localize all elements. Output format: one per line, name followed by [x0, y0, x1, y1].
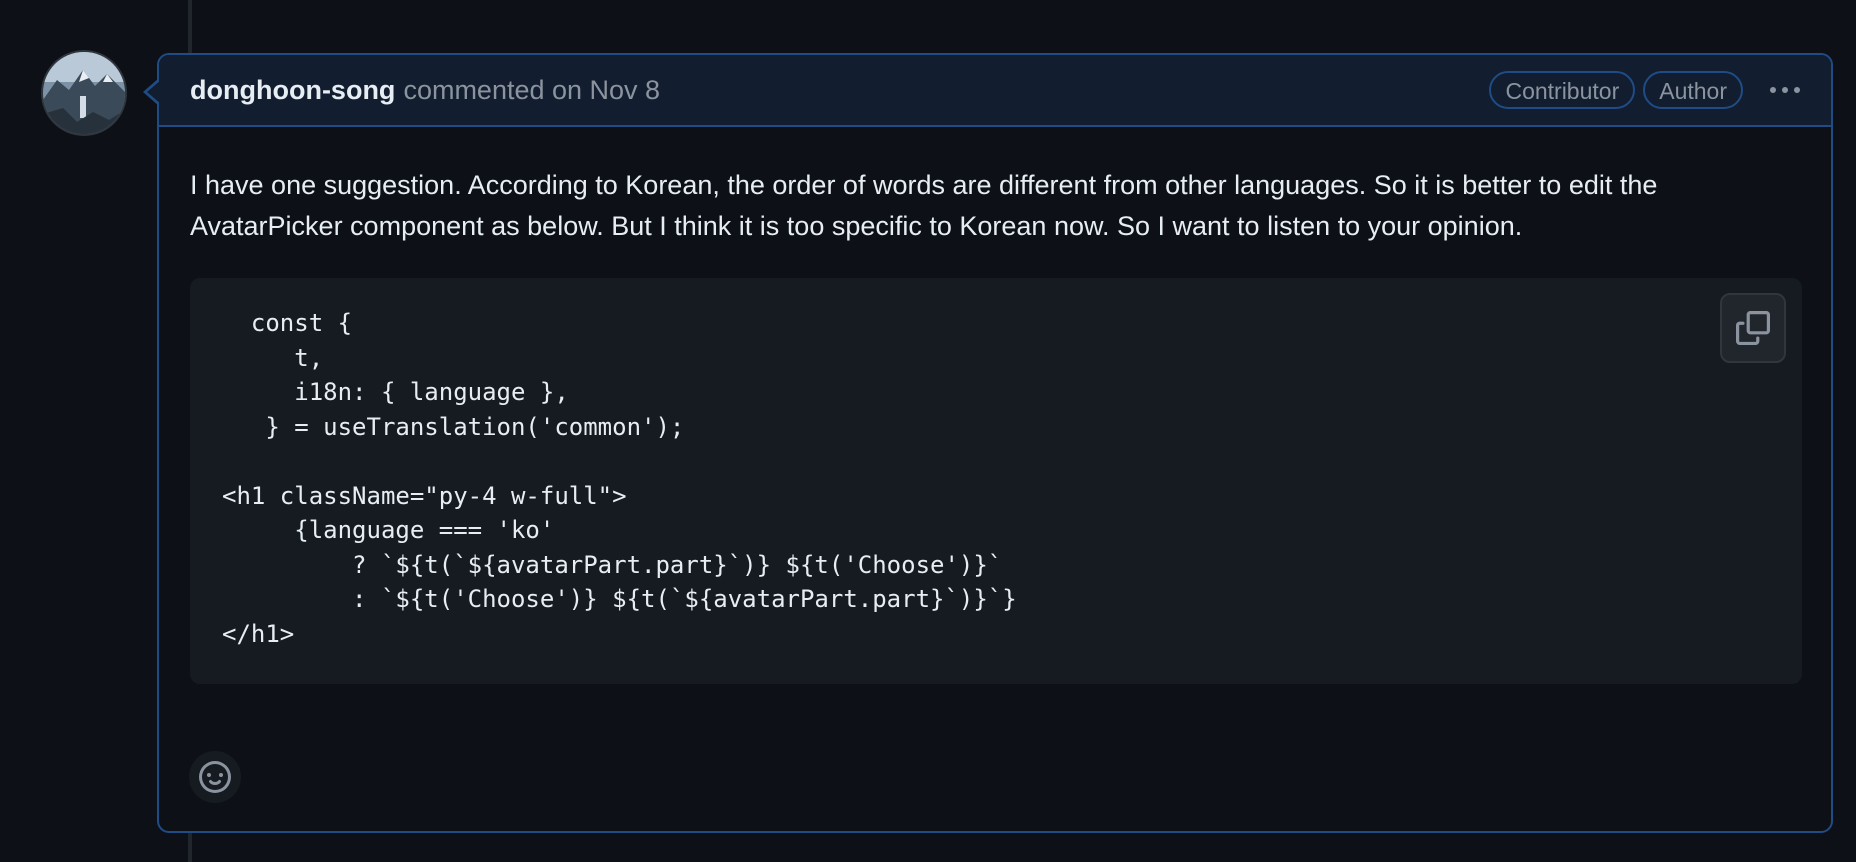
- contributor-badge: Contributor: [1489, 71, 1636, 109]
- more-options-button[interactable]: [1765, 72, 1805, 108]
- comment-timestamp[interactable]: commented on Nov 8: [403, 75, 660, 106]
- author-badge: Author: [1643, 71, 1743, 109]
- kebab-horizontal-icon: [1770, 87, 1776, 93]
- add-reaction-button[interactable]: [189, 751, 241, 803]
- code-content: const { t, i18n: { language }, } = useTr…: [222, 309, 1017, 648]
- copy-button[interactable]: [1720, 293, 1786, 363]
- code-block: const { t, i18n: { language }, } = useTr…: [190, 278, 1802, 684]
- avatar-image: [43, 52, 125, 134]
- copy-icon: [1736, 311, 1770, 345]
- comment-header: donghoon-song commented on Nov 8 Contrib…: [159, 55, 1831, 127]
- header-actions: Contributor Author: [1489, 71, 1805, 109]
- author-link[interactable]: donghoon-song: [190, 75, 395, 106]
- comment-caret-fill: [147, 80, 161, 104]
- comment-box: donghoon-song commented on Nov 8 Contrib…: [157, 53, 1833, 833]
- kebab-horizontal-icon: [1794, 87, 1800, 93]
- comment-body: I have one suggestion. According to Kore…: [190, 170, 1658, 241]
- kebab-horizontal-icon: [1782, 87, 1788, 93]
- avatar[interactable]: [43, 52, 125, 134]
- smiley-icon: [199, 761, 231, 793]
